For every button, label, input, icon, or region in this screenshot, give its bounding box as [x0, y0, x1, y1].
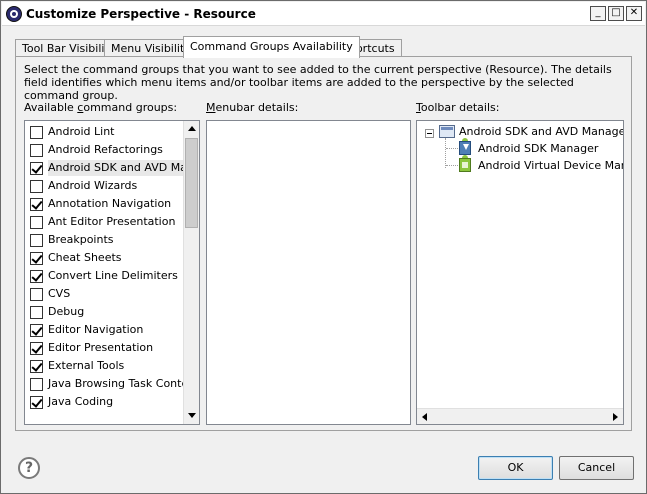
- command-group-label: Annotation Navigation: [48, 197, 172, 210]
- arrow-up-icon: [188, 126, 196, 131]
- eclipse-icon: [6, 6, 22, 22]
- command-group-checkbox[interactable]: [30, 180, 43, 193]
- command-group-label: External Tools: [48, 359, 125, 372]
- command-group-label: Ant Editor Presentation: [48, 215, 176, 228]
- command-group-label: Android Lint: [48, 125, 115, 138]
- command-group-checkbox[interactable]: [30, 216, 43, 229]
- menubar-details-label: Menubar details:: [206, 101, 298, 114]
- label-part: enubar details:: [215, 101, 299, 114]
- command-group-checkbox[interactable]: [30, 162, 43, 175]
- command-group-checkbox[interactable]: [30, 324, 43, 337]
- command-group-label: Java Browsing Task Context: [48, 377, 184, 390]
- command-group-checkbox[interactable]: [30, 288, 43, 301]
- command-groups-label: Available command groups:: [24, 101, 177, 114]
- command-group-row[interactable]: Android Wizards: [28, 177, 184, 195]
- command-group-row[interactable]: Android Lint: [28, 123, 184, 141]
- command-group-label: Android Refactorings: [48, 143, 163, 156]
- command-group-label: Editor Presentation: [48, 341, 154, 354]
- customize-perspective-dialog: Customize Perspective - Resource _ □ ✕ T…: [0, 0, 647, 494]
- command-group-label: Android Wizards: [48, 179, 138, 192]
- avd-manager-icon: [459, 155, 471, 172]
- command-group-checkbox[interactable]: [30, 360, 43, 373]
- scroll-thumb[interactable]: [185, 138, 198, 228]
- command-group-row[interactable]: Android Refactorings: [28, 141, 184, 159]
- groups-vertical-scrollbar[interactable]: [183, 121, 199, 424]
- command-group-checkbox[interactable]: [30, 270, 43, 283]
- toolbar-horizontal-scrollbar[interactable]: [417, 408, 623, 424]
- command-group-label: Android SDK and AVD Manager: [48, 160, 184, 176]
- mnemonic: M: [206, 101, 216, 114]
- command-group-row[interactable]: Cheat Sheets: [28, 249, 184, 267]
- toolbar-details-label: Toolbar details:: [416, 101, 499, 114]
- tab-command-groups-availability[interactable]: Command Groups Availability: [183, 36, 360, 58]
- close-button[interactable]: ✕: [626, 6, 642, 21]
- command-group-row[interactable]: Convert Line Delimiters: [28, 267, 184, 285]
- command-group-label: CVS: [48, 287, 71, 300]
- tree-child-node[interactable]: Android SDK Manager: [417, 138, 623, 155]
- scroll-right-button[interactable]: [607, 409, 623, 424]
- command-group-label: Convert Line Delimiters: [48, 269, 178, 282]
- cancel-button[interactable]: Cancel: [559, 456, 634, 480]
- command-group-label: Breakpoints: [48, 233, 114, 246]
- label-part: oolbar details:: [420, 101, 500, 114]
- command-group-checkbox[interactable]: [30, 144, 43, 157]
- help-icon[interactable]: ?: [18, 457, 40, 479]
- command-group-row[interactable]: Breakpoints: [28, 231, 184, 249]
- label-part: Available: [24, 101, 78, 114]
- arrow-right-icon: [613, 413, 618, 421]
- command-group-row[interactable]: Java Browsing Task Context: [28, 375, 184, 393]
- command-group-checkbox[interactable]: [30, 342, 43, 355]
- scroll-down-button[interactable]: [184, 408, 199, 424]
- description-text: Select the command groups that you want …: [24, 63, 612, 102]
- scroll-up-button[interactable]: [184, 121, 199, 137]
- arrow-left-icon: [422, 413, 427, 421]
- toolbar-details-tree[interactable]: Android SDK and AVD Manager Android SDK …: [416, 120, 624, 425]
- tree-child-node[interactable]: Android Virtual Device Manager: [417, 155, 623, 172]
- title-bar: Customize Perspective - Resource _ □ ✕: [2, 2, 645, 26]
- tab-panel: Select the command groups that you want …: [15, 56, 632, 431]
- command-group-row[interactable]: Ant Editor Presentation: [28, 213, 184, 231]
- command-group-checkbox[interactable]: [30, 234, 43, 247]
- tree-root-label: Android SDK and AVD Manager: [459, 125, 624, 138]
- command-group-row[interactable]: Editor Navigation: [28, 321, 184, 339]
- command-group-row[interactable]: External Tools: [28, 357, 184, 375]
- command-group-checkbox[interactable]: [30, 198, 43, 211]
- toolbar-icon: [439, 125, 455, 138]
- command-group-checkbox[interactable]: [30, 378, 43, 391]
- command-group-label: Cheat Sheets: [48, 251, 122, 264]
- command-group-label: Java Coding: [48, 395, 114, 408]
- command-group-row[interactable]: Java Coding: [28, 393, 184, 411]
- sdk-manager-icon: [459, 138, 471, 155]
- command-group-row[interactable]: Annotation Navigation: [28, 195, 184, 213]
- command-group-checkbox[interactable]: [30, 396, 43, 409]
- label-part: ommand groups:: [83, 101, 178, 114]
- window-title: Customize Perspective - Resource: [26, 7, 256, 21]
- tree-child-label: Android Virtual Device Manager: [478, 159, 623, 172]
- tree-child-label: Android SDK Manager: [478, 142, 599, 155]
- command-groups-list[interactable]: Java Coding Java Browsing Task Context Ext…: [24, 120, 200, 425]
- scroll-left-button[interactable]: [417, 409, 433, 424]
- command-group-label: Debug: [48, 305, 85, 318]
- menubar-details-list[interactable]: [206, 120, 411, 425]
- command-group-checkbox[interactable]: [30, 306, 43, 319]
- command-group-label: Editor Navigation: [48, 323, 144, 336]
- arrow-down-icon: [188, 413, 196, 418]
- command-group-row[interactable]: Android SDK and AVD Manager: [28, 159, 184, 177]
- maximize-button[interactable]: □: [608, 6, 624, 21]
- collapse-icon[interactable]: [425, 129, 434, 138]
- minimize-button[interactable]: _: [590, 6, 606, 21]
- command-group-checkbox[interactable]: [30, 126, 43, 139]
- command-group-checkbox[interactable]: [30, 252, 43, 265]
- ok-button[interactable]: OK: [478, 456, 553, 480]
- tree-root-node[interactable]: Android SDK and AVD Manager: [417, 121, 623, 138]
- command-group-row[interactable]: CVS: [28, 285, 184, 303]
- command-group-row[interactable]: Editor Presentation: [28, 339, 184, 357]
- command-group-row[interactable]: Debug: [28, 303, 184, 321]
